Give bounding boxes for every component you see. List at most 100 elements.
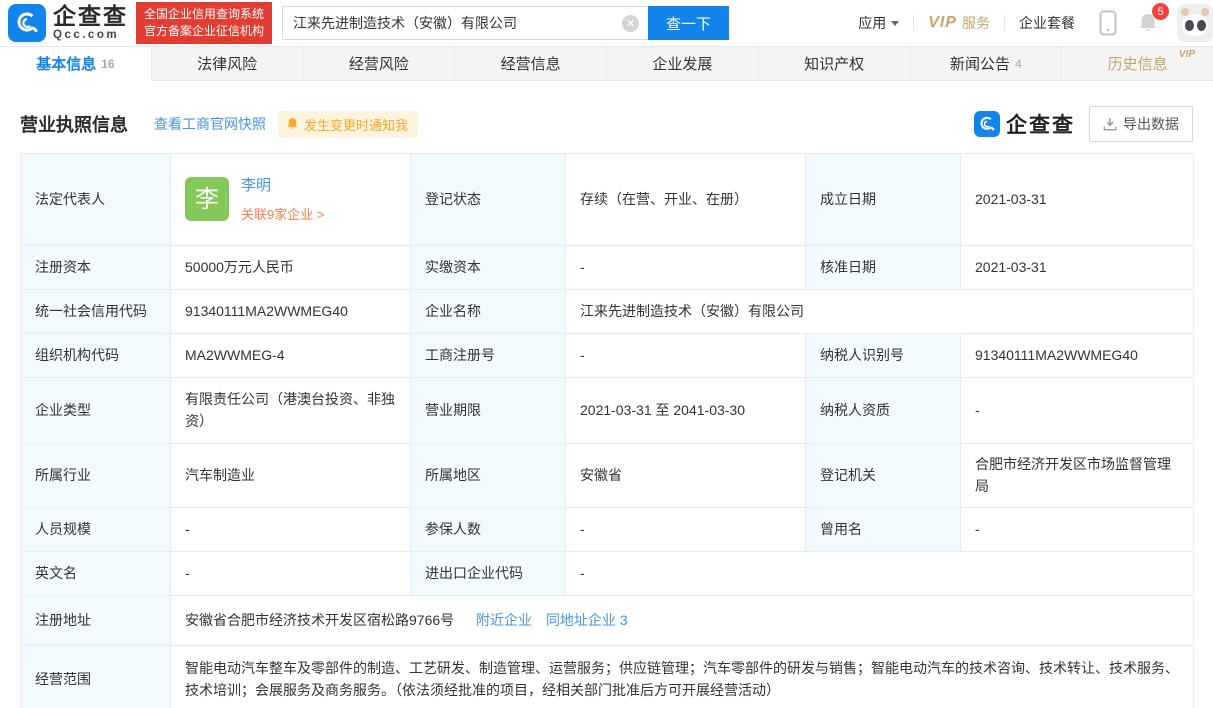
official-snapshot-link[interactable]: 查看工商官网快照 [154, 114, 266, 134]
field-label: 登记状态 [411, 154, 566, 246]
field-value: 有限责任公司（港澳台投资、非独资） [171, 378, 411, 444]
tab-count: 4 [1015, 57, 1022, 71]
vip-logo: VIP [928, 14, 957, 32]
field-label: 企业名称 [411, 290, 566, 334]
qcc-watermark: 企查查 [974, 109, 1075, 139]
export-data-button[interactable]: 导出数据 [1089, 106, 1193, 142]
field-label: 英文名 [21, 552, 171, 596]
field-label: 法定代表人 [21, 154, 171, 246]
field-label: 成立日期 [806, 154, 961, 246]
phone-icon [1099, 10, 1117, 36]
field-value: 2021-03-31 [961, 154, 1194, 246]
section-title: 营业执照信息 [20, 111, 128, 137]
field-label: 曾用名 [806, 508, 961, 552]
field-value: - [961, 378, 1194, 444]
nav-vip-service[interactable]: VIP 服务 [914, 13, 1004, 33]
table-row: 英文名 - 进出口企业代码 - [21, 552, 1194, 596]
nav-enterprise-package[interactable]: 企业套餐 [1005, 13, 1089, 33]
download-icon [1103, 117, 1117, 131]
field-label: 所属地区 [411, 444, 566, 508]
table-row: 注册资本 50000万元人民币 实缴资本 - 核准日期 2021-03-31 [21, 246, 1194, 290]
table-row: 所属行业 汽车制造业 所属地区 安徽省 登记机关 合肥市经济开发区市场监督管理局 [21, 444, 1194, 508]
table-row: 统一社会信用代码 91340111MA2WWMEG40 企业名称 江来先进制造技… [21, 290, 1194, 334]
field-value: 安徽省 [566, 444, 806, 508]
field-value: - [171, 508, 411, 552]
field-value: 合肥市经济开发区市场监督管理局 [961, 444, 1194, 508]
tab-count: 16 [101, 57, 114, 71]
tab-intellectual-property[interactable]: 知识产权 [759, 47, 911, 80]
table-row: 法定代表人 李 李明 关联9家企业 > 登记状态 存续（在营、开业、在册） 成立… [21, 154, 1194, 246]
tab-operation-risk[interactable]: 经营风险 [304, 47, 456, 80]
business-license-table: 法定代表人 李 李明 关联9家企业 > 登记状态 存续（在营、开业、在册） 成立… [20, 153, 1194, 708]
bell-icon [286, 117, 299, 131]
field-value: 智能电动汽车整车及零部件的制造、工艺研发、制造管理、运营服务；供应链管理；汽车零… [171, 646, 1194, 708]
top-header: 企查查 Qcc.com 全国企业信用查询系统 官方备案企业征信机构 ✕ 查一下 … [0, 0, 1213, 46]
field-label: 所属行业 [21, 444, 171, 508]
search-input[interactable] [282, 6, 648, 40]
same-address-companies-link[interactable]: 同地址企业 3 [546, 612, 628, 628]
tab-legal-risk[interactable]: 法律风险 [152, 47, 304, 80]
tab-basic-info[interactable]: 基本信息 16 [0, 47, 152, 81]
brand-name: 企查查 [53, 5, 128, 28]
field-value: 91340111MA2WWMEG40 [961, 334, 1194, 378]
qcc-logo-icon [8, 4, 46, 42]
legal-representative-link[interactable]: 李明 [241, 174, 324, 197]
field-label: 核准日期 [806, 246, 961, 290]
field-label: 纳税人资质 [806, 378, 961, 444]
brand-domain: Qcc.com [53, 30, 128, 42]
qcc-logo-icon [974, 111, 1000, 137]
nav-apps[interactable]: 应用 [844, 13, 913, 33]
search-button[interactable]: 查一下 [648, 6, 729, 40]
field-value: - [566, 552, 1194, 596]
top-nav: 应用 VIP 服务 企业套餐 5 [844, 4, 1213, 42]
field-value: MA2WWMEG-4 [171, 334, 411, 378]
vip-tag: VIP [1179, 49, 1195, 60]
field-label: 实缴资本 [411, 246, 566, 290]
tab-news[interactable]: 新闻公告 4 [911, 47, 1063, 80]
field-value: 存续（在营、开业、在册） [566, 154, 806, 246]
table-row: 注册地址 安徽省合肥市经济技术开发区宿松路9766号 附近企业 同地址企业 3 [21, 596, 1194, 646]
section-tabbar: 基本信息 16 法律风险 经营风险 经营信息 企业发展 知识产权 新闻公告 4 … [0, 46, 1213, 81]
clear-search-icon[interactable]: ✕ [622, 15, 639, 32]
field-label: 登记机关 [806, 444, 961, 508]
field-label: 经营范围 [21, 646, 171, 708]
field-value: - [566, 334, 806, 378]
tab-operation-info[interactable]: 经营信息 [455, 47, 607, 80]
field-value: 2021-03-31 [961, 246, 1194, 290]
field-label: 营业期限 [411, 378, 566, 444]
section-header: 营业执照信息 查看工商官网快照 发生变更时通知我 企查查 [20, 107, 1193, 141]
field-value: 2021-03-31 至 2041-03-30 [566, 378, 806, 444]
legal-representative-cell: 李 李明 关联9家企业 > [171, 154, 411, 246]
table-row: 经营范围 智能电动汽车整车及零部件的制造、工艺研发、制造管理、运营服务；供应链管… [21, 646, 1194, 708]
change-notify-button[interactable]: 发生变更时通知我 [278, 111, 418, 138]
main-content: 营业执照信息 查看工商官网快照 发生变更时通知我 企查查 [0, 107, 1213, 708]
field-label: 统一社会信用代码 [21, 290, 171, 334]
notifications-button[interactable]: 5 [1127, 11, 1169, 35]
field-value: - [171, 552, 411, 596]
related-companies-link[interactable]: 关联9家企业 > [241, 205, 324, 225]
field-label: 参保人数 [411, 508, 566, 552]
field-label: 组织机构代码 [21, 334, 171, 378]
tab-history-info[interactable]: 历史信息 VIP [1062, 47, 1213, 80]
qcc-logo[interactable]: 企查查 Qcc.com [8, 4, 128, 42]
table-row: 人员规模 - 参保人数 - 曾用名 - [21, 508, 1194, 552]
field-label: 企业类型 [21, 378, 171, 444]
field-value: 50000万元人民币 [171, 246, 411, 290]
field-label: 工商注册号 [411, 334, 566, 378]
user-avatar[interactable] [1177, 4, 1213, 42]
field-label: 进出口企业代码 [411, 552, 566, 596]
search-box: ✕ 查一下 [282, 6, 729, 40]
field-label: 纳税人识别号 [806, 334, 961, 378]
field-value: 安徽省合肥市经济技术开发区宿松路9766号 [185, 612, 454, 628]
gov-certification-badge: 全国企业信用查询系统 官方备案企业征信机构 [136, 2, 272, 45]
field-value: - [961, 508, 1194, 552]
tab-enterprise-development[interactable]: 企业发展 [607, 47, 759, 80]
registered-address-cell: 安徽省合肥市经济技术开发区宿松路9766号 附近企业 同地址企业 3 [171, 596, 1194, 646]
mobile-app-button[interactable] [1089, 10, 1127, 36]
nearby-companies-link[interactable]: 附近企业 [476, 612, 532, 628]
field-label: 注册地址 [21, 596, 171, 646]
notification-count-badge: 5 [1152, 3, 1169, 20]
table-row: 企业类型 有限责任公司（港澳台投资、非独资） 营业期限 2021-03-31 至… [21, 378, 1194, 444]
field-value: 汽车制造业 [171, 444, 411, 508]
table-row: 组织机构代码 MA2WWMEG-4 工商注册号 - 纳税人识别号 9134011… [21, 334, 1194, 378]
